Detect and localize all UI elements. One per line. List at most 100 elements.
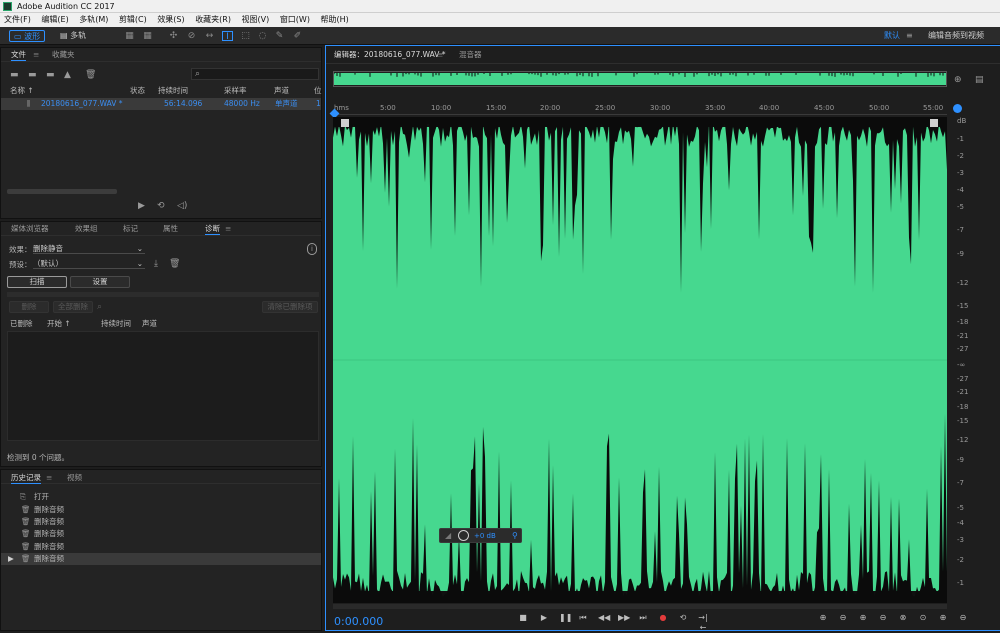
loop-icon[interactable]: ⟲ xyxy=(157,201,165,211)
db-scale[interactable]: dB -1 -2 -3 -4 -5 -7 -9 -12 -15 -18 -21 -27 -∞ -27 -21 -… xyxy=(949,117,1000,603)
pin-icon[interactable]: ⚲ xyxy=(512,531,518,540)
tab-markers[interactable]: 标记 xyxy=(123,224,138,234)
zoom-in-time-icon[interactable]: ⊕ xyxy=(858,613,868,623)
autoplay-icon[interactable]: ◁) xyxy=(177,201,187,211)
razor-tool-icon[interactable]: ⊘ xyxy=(186,31,197,41)
marquee-tool-icon[interactable]: ⬚ xyxy=(240,31,251,41)
play-icon[interactable]: ▶ xyxy=(539,613,549,623)
effect-select[interactable]: 删除静音 ⌄ xyxy=(33,243,145,254)
tab-diagnostics[interactable]: 诊断 xyxy=(205,224,220,235)
brush-tool-icon[interactable]: ✎ xyxy=(274,31,285,41)
files-tab-menu-icon[interactable]: ≡ xyxy=(33,50,39,60)
history-item[interactable]: 🗑 删除音频 xyxy=(1,516,321,528)
file-row[interactable]: ⫼ 20180616_077.WAV * 56:14.096 48000 Hz … xyxy=(1,98,321,110)
zoom-navigator-icon[interactable]: ⊕ xyxy=(954,75,962,85)
zoom-out-point-icon[interactable]: ⊖ xyxy=(958,613,968,623)
new-file-icon[interactable]: ▬ xyxy=(46,70,55,80)
preset-select[interactable]: （默认） ⌄ xyxy=(33,258,145,269)
search-input[interactable]: ⌕ xyxy=(191,68,319,80)
waveform-view-button[interactable]: ▭ 波形 xyxy=(9,30,46,42)
pitch-view-icon[interactable]: ▦ xyxy=(142,31,153,41)
history-item-current[interactable]: ▶ 🗑 删除音频 xyxy=(1,553,321,565)
menu-edit[interactable]: 编辑(E) xyxy=(41,13,68,27)
panel-layout-icon[interactable]: ▤ xyxy=(975,75,984,85)
col-status[interactable]: 状态 xyxy=(130,85,145,97)
tab-files[interactable]: 文件 xyxy=(11,50,26,61)
open-folder-icon[interactable]: ▬ xyxy=(10,70,19,80)
col-rate[interactable]: 采样率 xyxy=(224,85,247,97)
multitrack-view-button[interactable]: ▤ 多轨 xyxy=(60,30,86,42)
fade-in-handle-icon[interactable] xyxy=(341,119,349,127)
time-ruler[interactable] xyxy=(333,103,947,115)
editor-tab-menu-icon[interactable]: ≡ xyxy=(437,50,443,60)
tab-media-browser[interactable]: 媒体浏览器 xyxy=(11,224,49,234)
fade-out-handle-icon[interactable] xyxy=(930,119,938,127)
delete-file-icon[interactable]: 🗑 xyxy=(85,70,96,80)
slip-tool-icon[interactable]: ↔ xyxy=(204,31,215,41)
menu-favorites[interactable]: 收藏夹(R) xyxy=(195,13,231,27)
menu-help[interactable]: 帮助(H) xyxy=(321,13,349,27)
waveform-area[interactable]: ◢ +0 dB ⚲ xyxy=(333,117,947,603)
menu-file[interactable]: 文件(F) xyxy=(4,13,31,27)
current-time-display[interactable]: 0:00.000 xyxy=(334,615,383,628)
col-duration[interactable]: 持续时间 xyxy=(158,85,188,97)
clear-deleted-button[interactable]: 清除已删除项 xyxy=(262,301,318,313)
rewind-icon[interactable]: ◀◀ xyxy=(598,613,610,623)
spectral-view-icon[interactable]: ▦ xyxy=(124,31,135,41)
record-icon[interactable]: ● xyxy=(658,613,668,623)
stop-icon[interactable]: ■ xyxy=(518,613,528,623)
spot-healing-icon[interactable]: ✐ xyxy=(292,31,303,41)
menu-multitrack[interactable]: 多轨(M) xyxy=(79,13,108,27)
settings-button[interactable]: 设置 xyxy=(70,276,130,288)
workspace-menu-icon[interactable]: ≡ xyxy=(906,30,913,42)
tab-favorites[interactable]: 收藏夹 xyxy=(52,50,75,60)
horizontal-scrollbar[interactable] xyxy=(333,604,947,609)
workspace-default[interactable]: 默认 xyxy=(884,30,900,42)
tab-editor[interactable]: 编辑器：20180616_077.WAV * xyxy=(334,50,446,60)
tab-mixer[interactable]: 混音器 xyxy=(459,50,482,60)
overview-navigator[interactable] xyxy=(333,71,947,87)
menu-effects[interactable]: 效果(S) xyxy=(157,13,184,27)
save-preset-icon[interactable]: ⤓ xyxy=(154,259,158,269)
history-item[interactable]: 🗑 删除音频 xyxy=(1,541,321,553)
col-start[interactable]: 开始 ↑ xyxy=(47,318,71,330)
gain-value[interactable]: +0 dB xyxy=(474,532,496,540)
zoom-in-amplitude-icon[interactable]: ⊕ xyxy=(818,613,828,623)
diag-results-list[interactable] xyxy=(7,331,319,441)
delete-preset-icon[interactable]: 🗑 xyxy=(169,259,180,269)
history-tab-menu-icon[interactable]: ≡ xyxy=(46,473,52,483)
tab-properties[interactable]: 属性 xyxy=(163,224,178,234)
menu-clip[interactable]: 剪辑(C) xyxy=(119,13,147,27)
col-name[interactable]: 名称 ↑ xyxy=(10,85,34,97)
zoom-in-point-icon[interactable]: ⊕ xyxy=(938,613,948,623)
info-icon[interactable]: i xyxy=(307,243,317,255)
history-item[interactable]: 🗑 删除音频 xyxy=(1,504,321,516)
col-channels[interactable]: 声道 xyxy=(274,85,289,97)
menu-window[interactable]: 窗口(W) xyxy=(280,13,310,27)
tab-video[interactable]: 视频 xyxy=(67,473,82,483)
fast-forward-icon[interactable]: ▶▶ xyxy=(618,613,630,623)
import-icon[interactable]: ▬ xyxy=(28,70,37,80)
time-selection-tool-icon[interactable]: I xyxy=(222,31,233,42)
col-bits[interactable]: 位 xyxy=(314,85,322,97)
volume-knob-icon[interactable] xyxy=(458,530,469,541)
col-diag-duration[interactable]: 持续时间 xyxy=(101,318,131,330)
col-diag-channel[interactable]: 声道 xyxy=(142,318,157,330)
tab-history[interactable]: 历史记录 xyxy=(11,473,41,484)
insert-multitrack-icon[interactable]: ▲ xyxy=(64,70,71,80)
go-to-start-icon[interactable]: ⏮ xyxy=(578,613,588,623)
delete-button[interactable]: 删除 xyxy=(9,301,49,313)
zoom-out-full-icon[interactable]: ⊗ xyxy=(898,613,908,623)
menu-view[interactable]: 视图(V) xyxy=(242,13,270,27)
zoom-icon[interactable]: ⌕ xyxy=(97,302,102,312)
col-deleted[interactable]: 已删除 xyxy=(10,318,33,330)
lasso-tool-icon[interactable]: ◌ xyxy=(257,31,268,41)
timeline-settings-icon[interactable] xyxy=(953,104,962,113)
pause-icon[interactable]: ❚❚ xyxy=(559,613,572,623)
diag-tab-menu-icon[interactable]: ≡ xyxy=(225,224,231,234)
delete-all-button[interactable]: 全部删除 xyxy=(53,301,93,313)
zoom-selection-icon[interactable]: ⊙ xyxy=(918,613,928,623)
files-scrollbar[interactable] xyxy=(7,189,117,194)
loop-playback-icon[interactable]: ⟲ xyxy=(678,613,688,623)
hud-gain-control[interactable]: ◢ +0 dB ⚲ xyxy=(439,528,522,543)
